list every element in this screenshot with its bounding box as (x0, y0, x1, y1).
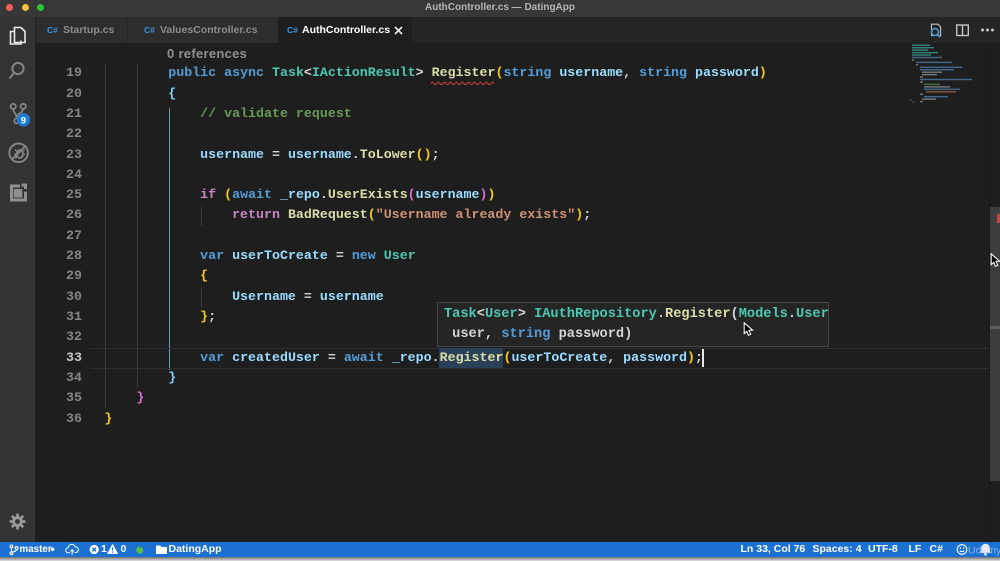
svg-text:9: 9 (21, 115, 26, 126)
